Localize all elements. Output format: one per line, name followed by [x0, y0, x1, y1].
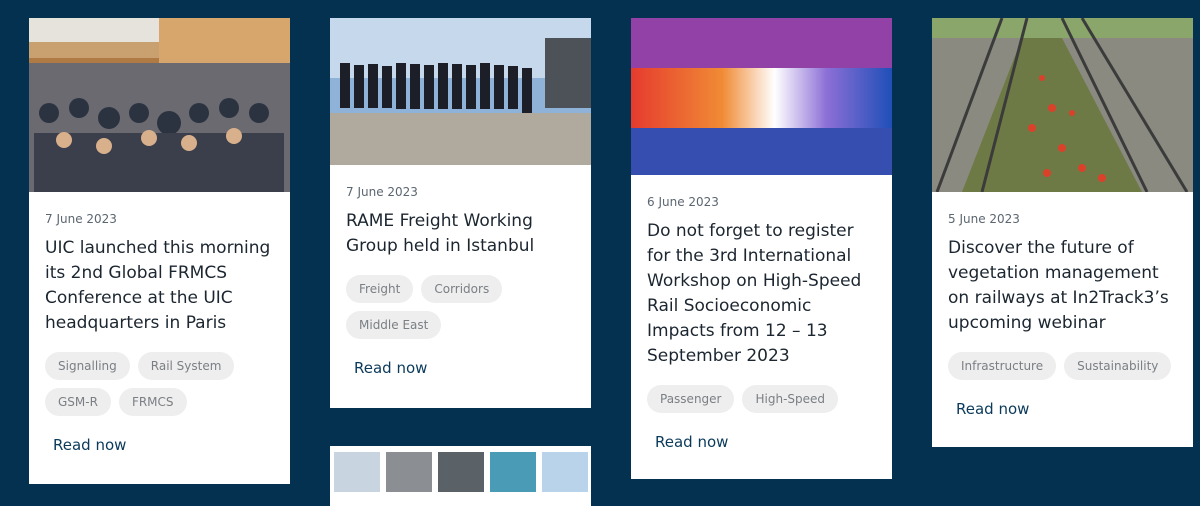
tag-list: Infrastructure Sustainability	[948, 352, 1177, 380]
speed-abstract-photo	[631, 18, 892, 175]
card-date: 6 June 2023	[647, 195, 719, 209]
collage-photo	[330, 446, 591, 506]
card-date: 7 June 2023	[346, 185, 418, 199]
news-card-frmcs[interactable]: 7 June 2023 UIC launched this morning it…	[29, 18, 290, 484]
tag-list: Passenger High-Speed	[647, 385, 876, 413]
news-card-rame[interactable]: 7 June 2023 RAME Freight Working Group h…	[330, 18, 591, 408]
card-date: 5 June 2023	[948, 212, 1020, 226]
tag[interactable]: Corridors	[421, 275, 503, 303]
card-title[interactable]: UIC launched this morning its 2nd Global…	[45, 236, 274, 336]
read-now-link[interactable]: Read now	[354, 359, 427, 377]
card-date: 7 June 2023	[45, 212, 117, 226]
news-card-high-speed[interactable]: 6 June 2023 Do not forget to register fo…	[631, 18, 892, 479]
tag[interactable]: Passenger	[647, 385, 735, 413]
card-title[interactable]: RAME Freight Working Group held in Istan…	[346, 209, 575, 259]
group-photo	[330, 18, 591, 165]
tag[interactable]: High-Speed	[742, 385, 839, 413]
card-title[interactable]: Do not forget to register for the 3rd In…	[647, 219, 876, 369]
tag[interactable]: Freight	[346, 275, 414, 303]
railway-tracks-photo	[932, 18, 1193, 192]
tag[interactable]: Infrastructure	[948, 352, 1057, 380]
read-now-link[interactable]: Read now	[53, 436, 126, 454]
read-now-link[interactable]: Read now	[655, 433, 728, 451]
news-card-vegetation[interactable]: 5 June 2023 Discover the future of veget…	[932, 18, 1193, 447]
read-now-link[interactable]: Read now	[956, 400, 1029, 418]
tag[interactable]: FRMCS	[118, 388, 187, 416]
tag[interactable]: Sustainability	[1064, 352, 1172, 380]
tag[interactable]: Rail System	[137, 352, 235, 380]
tag[interactable]: GSM-R	[45, 388, 111, 416]
tag-list: Signalling Rail System GSM-R FRMCS	[45, 352, 274, 416]
tag[interactable]: Signalling	[45, 352, 130, 380]
tag-list: Freight Corridors Middle East	[346, 275, 575, 339]
conference-hall-photo	[29, 18, 290, 192]
news-card-partial[interactable]	[330, 446, 591, 506]
tag[interactable]: Middle East	[346, 311, 442, 339]
card-title[interactable]: Discover the future of vegetation manage…	[948, 236, 1177, 336]
